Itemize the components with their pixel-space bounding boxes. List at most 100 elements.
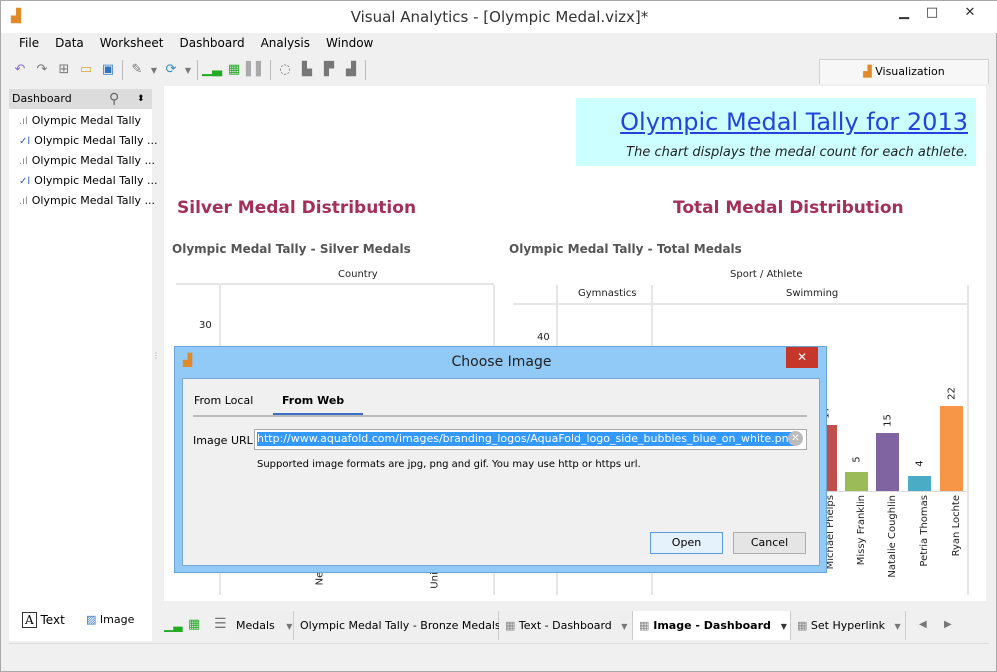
menu-file[interactable]: File: [19, 36, 39, 50]
add-dashboard-icon[interactable]: ▦: [188, 617, 200, 632]
chart-icon: ▟: [863, 65, 876, 78]
dashboard-icon: ▦: [797, 619, 808, 632]
menu-worksheet[interactable]: Worksheet: [100, 36, 164, 50]
tab-text-dashboard[interactable]: ▦ Text - Dashboard ▼: [499, 611, 633, 640]
tab-image-dashboard[interactable]: ▦ Image - Dashboard ▼: [633, 611, 791, 640]
bar-chart-icon: .ıl: [19, 116, 28, 127]
redo-icon[interactable]: ↷: [32, 60, 52, 80]
list-item-label: Olympic Medal Tally: [31, 114, 142, 127]
chevron-down-icon[interactable]: ▼: [286, 622, 292, 631]
visualization-tab-label: Visualization: [875, 65, 945, 78]
scroll-right-icon[interactable]: ▶: [944, 619, 952, 630]
minimize-button[interactable]: ▁: [890, 5, 918, 25]
chevron-down-icon[interactable]: ▼: [149, 61, 159, 81]
tab-from-local[interactable]: From Local: [194, 394, 253, 407]
group-icon[interactable]: ▟: [341, 60, 361, 80]
cancel-button[interactable]: Cancel: [733, 532, 806, 554]
visualization-tab[interactable]: ▟ Visualization: [819, 59, 989, 84]
list-item[interactable]: .ıl Olympic Medal Tally ...: [19, 191, 155, 211]
total-column-header: Sport / Athlete: [730, 269, 803, 280]
tab-divider: [193, 415, 807, 417]
bar[interactable]: [876, 433, 899, 491]
text-icon: A: [22, 612, 37, 628]
baseline: [811, 491, 967, 492]
open-icon[interactable]: ▭: [76, 60, 96, 80]
open-button[interactable]: Open: [650, 532, 723, 554]
splitter-handle[interactable]: ⋮: [152, 351, 160, 360]
group-header: Swimming: [786, 288, 839, 299]
data-label: 22: [946, 387, 958, 400]
menu-data[interactable]: Data: [55, 36, 84, 50]
sheet-tab-bar: ▁▃ ▦ ☰ Medals ▼ Olympic Medal Tally - Br…: [156, 611, 986, 641]
list-item-label: Olympic Medal Tally ...: [31, 154, 156, 167]
chevron-down-icon[interactable]: ▼: [781, 622, 787, 631]
url-label: Image URL: [193, 434, 253, 447]
dialog-close-button[interactable]: ✕: [786, 347, 818, 368]
undo-icon[interactable]: ↶: [10, 60, 30, 80]
list-item[interactable]: ✓l Olympic Medal Tally ...: [19, 171, 157, 191]
save-icon[interactable]: ▣: [98, 60, 118, 80]
image-button-label: Image: [99, 613, 135, 626]
tab-bronze-medals[interactable]: Olympic Medal Tally - Bronze Medals ▼: [294, 611, 516, 640]
gridline: [967, 285, 969, 595]
lasso-icon[interactable]: ◌: [275, 60, 295, 80]
bar-chart-icon: .ıl: [19, 156, 28, 167]
url-input[interactable]: http://www.aquafold.com/images/branding_…: [254, 429, 807, 450]
tab-set-hyperlink[interactable]: ▦ Set Hyperlink ▼: [791, 611, 906, 640]
list-item[interactable]: .ıl Olympic Medal Tally ...: [19, 151, 155, 171]
checked-chart-icon: ✓l: [19, 176, 31, 187]
list-item-label: Olympic Medal Tally ...: [31, 194, 156, 207]
add-worksheet-icon[interactable]: ▁▃: [164, 618, 182, 632]
text-button[interactable]: A Text: [22, 612, 65, 628]
dialog-body: From Local From Web Image URL http://www…: [182, 378, 820, 566]
bar[interactable]: [908, 475, 931, 491]
refresh-icon[interactable]: ⟳: [161, 60, 181, 80]
sort-icon[interactable]: ⬍: [137, 89, 145, 109]
bar[interactable]: [940, 406, 963, 491]
x-tick-label: Natalie Coughlin: [887, 495, 898, 578]
bar-chart-icon[interactable]: ▌▌: [246, 60, 266, 80]
window-title: Visual Analytics - [Olympic Medal.vizx]*: [350, 8, 649, 26]
tab-from-web[interactable]: From Web: [282, 394, 344, 407]
chevron-down-icon[interactable]: ▼: [894, 622, 900, 631]
panel-title: Dashboard: [12, 92, 72, 105]
menu-window[interactable]: Window: [326, 36, 373, 50]
title-bar: ▟ Visual Analytics - [Olympic Medal.vizx…: [1, 1, 997, 33]
clear-icon[interactable]: ✕: [788, 431, 803, 446]
new-icon[interactable]: ⊞: [54, 60, 74, 80]
close-button[interactable]: ✕: [956, 5, 984, 25]
dashboard-icon: ▦: [505, 619, 516, 632]
search-icon[interactable]: ⚲: [109, 89, 119, 109]
menu-bar: File Data Worksheet Dashboard Analysis Window: [9, 36, 379, 56]
image-button[interactable]: ▨ Image: [86, 613, 134, 626]
sort-desc-icon[interactable]: ▛: [319, 60, 339, 80]
silver-chart-title: Olympic Medal Tally - Silver Medals: [172, 242, 411, 256]
brush-icon[interactable]: ✎: [127, 60, 147, 80]
tab-medals[interactable]: Medals ▼: [232, 611, 294, 640]
list-icon[interactable]: ☰: [214, 616, 227, 632]
menu-dashboard[interactable]: Dashboard: [179, 36, 244, 50]
list-item[interactable]: ✓l Olympic Medal Tally ...: [19, 131, 157, 151]
menu-analysis[interactable]: Analysis: [261, 36, 310, 50]
dashboard-title-link[interactable]: Olympic Medal Tally for 2013: [620, 108, 968, 136]
x-tick-label: Ryan Lochte: [951, 495, 962, 557]
url-value: http://www.aquafold.com/images/branding_…: [257, 432, 796, 446]
scroll-left-icon[interactable]: ◀: [919, 619, 927, 630]
divider: [365, 60, 366, 80]
dashboard-subtitle: The chart displays the medal count for e…: [626, 145, 968, 160]
bar[interactable]: [845, 471, 868, 491]
divider: [197, 60, 198, 80]
chevron-down-icon[interactable]: ▼: [183, 61, 193, 81]
data-label: 15: [882, 414, 894, 427]
sort-asc-icon[interactable]: ▙: [297, 60, 317, 80]
dialog-title: Choose Image: [451, 354, 552, 370]
list-item[interactable]: .ıl Olympic Medal Tally: [19, 111, 141, 131]
list-item-label: Olympic Medal Tally ...: [34, 134, 158, 147]
chevron-down-icon[interactable]: ▼: [621, 622, 627, 631]
add-dashboard-icon[interactable]: ▦: [224, 60, 244, 80]
y-tick-label: 40: [537, 332, 550, 343]
maximize-button[interactable]: □: [918, 5, 946, 25]
choose-image-dialog: ▟ Choose Image ✕ From Local From Web Ima…: [174, 346, 827, 573]
add-worksheet-icon[interactable]: ▁▃: [202, 60, 222, 80]
format-hint: Supported image formats are jpg, png and…: [257, 459, 641, 470]
